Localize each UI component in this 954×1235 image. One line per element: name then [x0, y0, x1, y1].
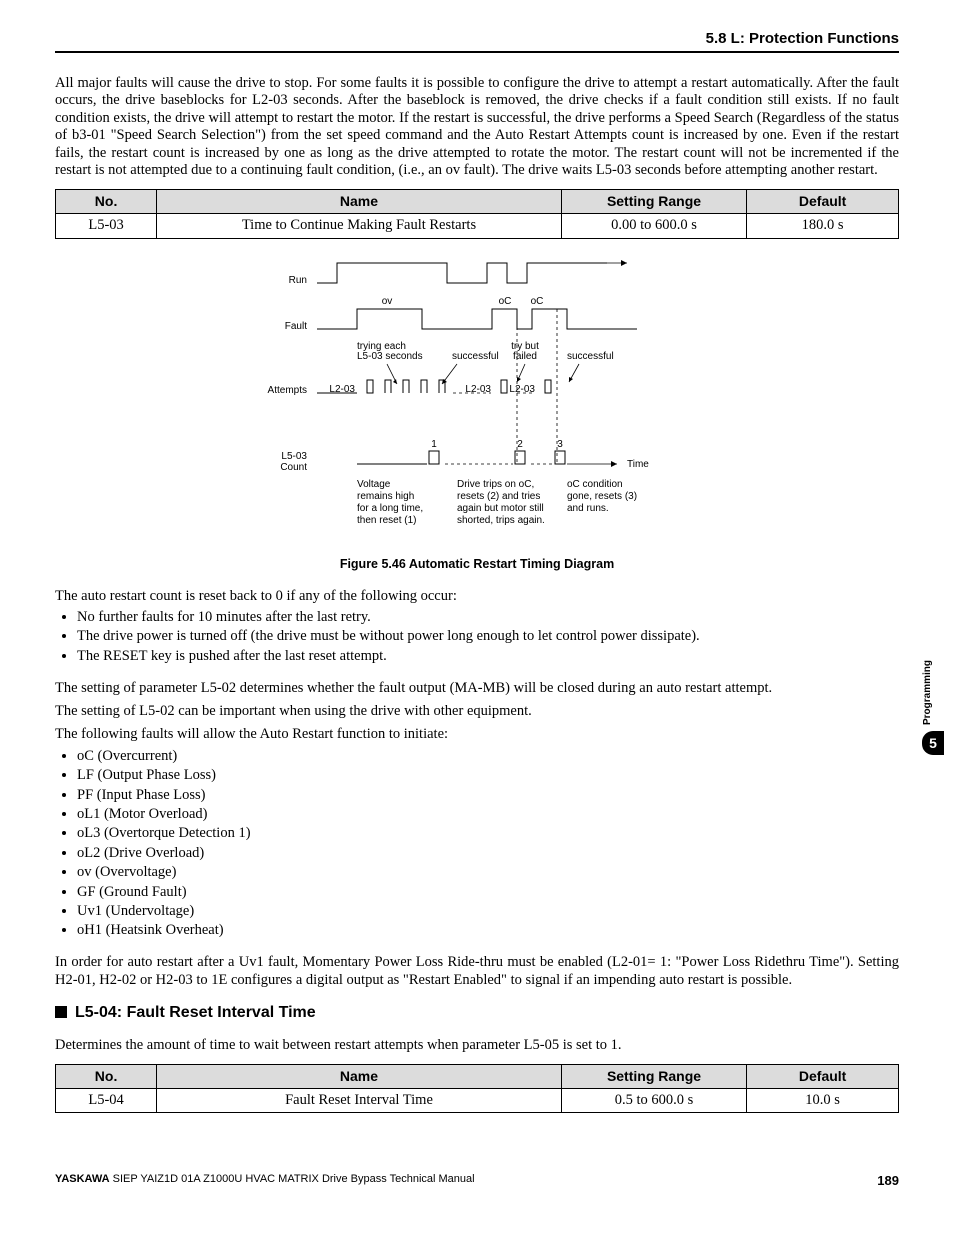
list-item: No further faults for 10 minutes after t…	[77, 609, 899, 626]
cap3-1: oC condition	[567, 479, 623, 490]
successful-label-1: successful	[452, 351, 499, 362]
list-item: LF (Output Phase Loss)	[77, 767, 899, 784]
cap2-2: resets (2) and tries	[457, 491, 540, 502]
page-footer: YASKAWA SIEP YAIZ1D 01A Z1000U HVAC MATR…	[55, 1173, 899, 1189]
list-item: PF (Input Phase Loss)	[77, 787, 899, 804]
figure-caption: Figure 5.46 Automatic Restart Timing Dia…	[55, 557, 899, 572]
th-name: Name	[157, 190, 562, 214]
cell-name: Time to Continue Making Fault Restarts	[157, 214, 562, 238]
list-item: Uv1 (Undervoltage)	[77, 903, 899, 920]
th-range: Setting Range	[561, 1065, 746, 1089]
parameter-table-l5-04: No. Name Setting Range Default L5-04 Fau…	[55, 1064, 899, 1113]
list-item: oC (Overcurrent)	[77, 748, 899, 765]
faults-intro: The following faults will allow the Auto…	[55, 726, 899, 743]
th-no: No.	[56, 1065, 157, 1089]
list-item: oL1 (Motor Overload)	[77, 806, 899, 823]
timing-diagram: .lab { font-family: Arial, Helvetica, sa…	[55, 249, 899, 549]
cap1-3: for a long time,	[357, 503, 423, 514]
list-item: oH1 (Heatsink Overheat)	[77, 922, 899, 939]
cap3-3: and runs.	[567, 503, 609, 514]
intro-paragraph: All major faults will cause the drive to…	[55, 75, 899, 179]
reset-bullet-list: No further faults for 10 minutes after t…	[55, 609, 899, 665]
section-heading-l5-04: L5-04: Fault Reset Interval Time	[55, 1003, 899, 1022]
cell-range: 0.00 to 600.0 s	[561, 214, 746, 238]
l502-line-2: The setting of L5-02 can be important wh…	[55, 703, 899, 720]
l203-a: L2-03	[329, 384, 355, 395]
fault-bullet-list: oC (Overcurrent) LF (Output Phase Loss) …	[55, 748, 899, 940]
table-row: L5-03 Time to Continue Making Fault Rest…	[56, 214, 899, 238]
attempts-label: Attempts	[268, 385, 307, 396]
list-item: ov (Overvoltage)	[77, 864, 899, 881]
l203-c: L2-03	[509, 384, 535, 395]
successful-label-2: successful	[567, 351, 614, 362]
cap1-1: Voltage	[357, 479, 391, 490]
oc-label-1: oC	[499, 296, 512, 307]
side-tab-label: Programming	[922, 660, 934, 725]
cell-no: L5-03	[56, 214, 157, 238]
cap2-3: again but motor still	[457, 503, 544, 514]
cell-default: 180.0 s	[747, 214, 899, 238]
th-default: Default	[747, 1065, 899, 1089]
count-3: 3	[557, 439, 563, 450]
fault-label: Fault	[285, 321, 307, 332]
cell-no: L5-04	[56, 1088, 157, 1112]
count-2: 2	[517, 439, 523, 450]
cap3-2: gone, resets (3)	[567, 491, 637, 502]
cap2-4: shorted, trips again.	[457, 515, 545, 526]
list-item: oL2 (Drive Overload)	[77, 845, 899, 862]
side-tab: Programming 5	[922, 660, 946, 755]
footer-left: YASKAWA SIEP YAIZ1D 01A Z1000U HVAC MATR…	[55, 1173, 475, 1189]
list-item: GF (Ground Fault)	[77, 884, 899, 901]
th-default: Default	[747, 190, 899, 214]
cap2-1: Drive trips on oC,	[457, 479, 534, 490]
list-item: The drive power is turned off (the drive…	[77, 628, 899, 645]
th-range: Setting Range	[561, 190, 746, 214]
count-label-1: L5-03	[281, 451, 307, 462]
oc-label-2: oC	[531, 296, 544, 307]
l203-b: L2-03	[465, 384, 491, 395]
count-label-2: Count	[280, 462, 307, 473]
side-tab-number: 5	[922, 731, 944, 755]
time-label: Time	[627, 459, 649, 470]
table-row: L5-04 Fault Reset Interval Time 0.5 to 6…	[56, 1088, 899, 1112]
square-bullet-icon	[55, 1006, 67, 1018]
trying-label-2: L5-03 seconds	[357, 351, 423, 362]
running-head: 5.8 L: Protection Functions	[55, 30, 899, 53]
uv1-note: In order for auto restart after a Uv1 fa…	[55, 954, 899, 989]
parameter-table-l5-03: No. Name Setting Range Default L5-03 Tim…	[55, 189, 899, 238]
cap1-4: then reset (1)	[357, 515, 416, 526]
l502-line-1: The setting of parameter L5-02 determine…	[55, 680, 899, 697]
ov-label: ov	[382, 296, 393, 307]
section-heading-text: L5-04: Fault Reset Interval Time	[75, 1004, 316, 1021]
th-no: No.	[56, 190, 157, 214]
list-item: oL3 (Overtorque Detection 1)	[77, 825, 899, 842]
count-1: 1	[431, 439, 437, 450]
cell-name: Fault Reset Interval Time	[157, 1088, 562, 1112]
section2-body: Determines the amount of time to wait be…	[55, 1037, 899, 1054]
footer-page-number: 189	[877, 1173, 899, 1189]
list-item: The RESET key is pushed after the last r…	[77, 648, 899, 665]
run-label: Run	[289, 275, 307, 286]
cell-range: 0.5 to 600.0 s	[561, 1088, 746, 1112]
reset-intro: The auto restart count is reset back to …	[55, 588, 899, 605]
cell-default: 10.0 s	[747, 1088, 899, 1112]
cap1-2: remains high	[357, 491, 414, 502]
th-name: Name	[157, 1065, 562, 1089]
